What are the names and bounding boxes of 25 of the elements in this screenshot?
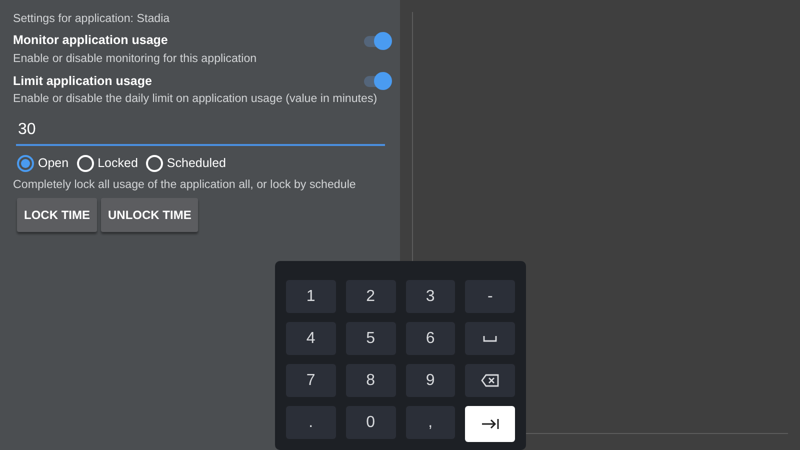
keypad-key[interactable]: 0 [346,406,396,439]
toggle-description: Enable or disable monitoring for this application [13,51,258,68]
radio-label: Open [38,154,69,172]
keypad-key[interactable]: . [286,406,336,439]
keypad-key[interactable]: 1 [286,280,336,313]
toggle-label: Limit application usage [13,72,152,90]
keypad-key[interactable]: 9 [406,364,456,397]
limit-field[interactable]: 30 [16,116,385,146]
keypad-key[interactable]: 4 [286,322,336,355]
lock-description: Completely lock all usage of the application all, or lock by schedule [13,177,357,194]
keypad-key[interactable]: 7 [286,364,336,397]
action-button[interactable]: LOCK TIME [17,198,97,232]
toggle-description: Enable or disable the daily limit on application usage (value in minutes) [13,91,378,108]
settings-title: Settings for application: Stadia [13,11,171,27]
keypad-key[interactable]: 5 [346,322,396,355]
radio-label: Locked [98,154,138,172]
keypad-key[interactable]: 2 [346,280,396,313]
keypad-key[interactable]: - [465,280,515,313]
keypad-key[interactable]: 6 [406,322,456,355]
keypad-key[interactable]: 8 [346,364,396,397]
radio-label: Scheduled [166,154,226,172]
keypad-key[interactable]: 3 [406,280,456,313]
toggle-label: Monitor application usage [13,32,168,50]
keypad-key[interactable]: , [406,406,456,439]
action-button[interactable]: UNLOCK TIME [101,198,198,232]
